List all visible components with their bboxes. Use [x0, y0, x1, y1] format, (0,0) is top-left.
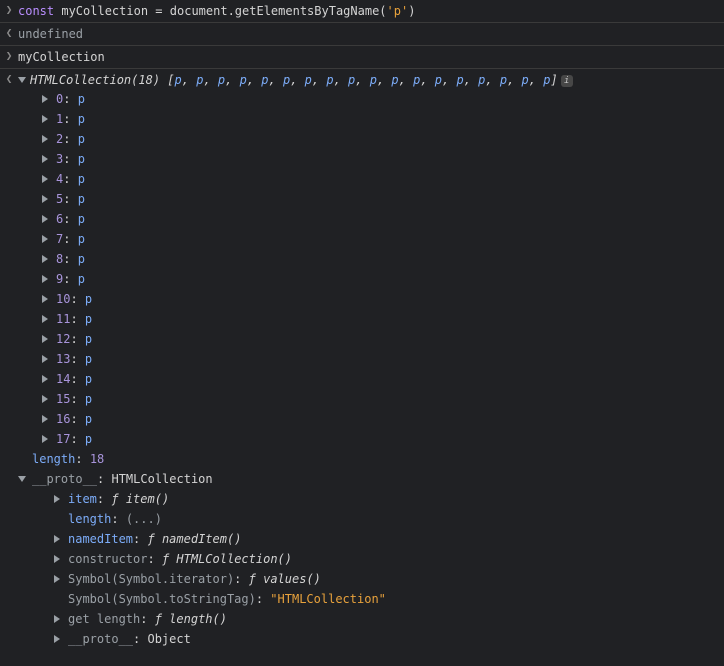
console-input-code[interactable]: myCollection — [16, 48, 720, 66]
prompt-output-icon: ❮ — [2, 25, 16, 43]
disclosure-triangle-right-icon[interactable] — [42, 255, 48, 263]
console-input-row: ❯ myCollection — [0, 46, 724, 69]
disclosure-triangle-right-icon[interactable] — [54, 495, 60, 503]
disclosure-triangle-right-icon[interactable] — [42, 135, 48, 143]
index-entry[interactable]: 9: p — [42, 269, 720, 289]
disclosure-triangle-right-icon[interactable] — [42, 155, 48, 163]
prompt-output-icon: ❮ — [2, 71, 16, 89]
proto-get-length[interactable]: get length: ƒ length() — [54, 609, 720, 629]
disclosure-triangle-right-icon[interactable] — [42, 115, 48, 123]
proto-proto[interactable]: __proto__: Object — [54, 629, 720, 649]
index-entry[interactable]: 0: p — [42, 89, 720, 109]
proto-item[interactable]: item: ƒ item() — [54, 489, 720, 509]
index-entry[interactable]: 15: p — [42, 389, 720, 409]
console-result-row: ❮ HTMLCollection(18) [p, p, p, p, p, p, … — [0, 69, 724, 651]
index-entry[interactable]: 5: p — [42, 189, 720, 209]
console-input-code[interactable]: const myCollection = document.getElement… — [16, 2, 720, 20]
index-entry[interactable]: 11: p — [42, 309, 720, 329]
proto-symbol-toStringTag[interactable]: Symbol(Symbol.toStringTag): "HTMLCollect… — [54, 589, 720, 609]
array-preview-item[interactable]: p — [261, 73, 268, 87]
index-entry[interactable]: 6: p — [42, 209, 720, 229]
disclosure-triangle-right-icon[interactable] — [54, 535, 60, 543]
array-preview-item[interactable]: p — [175, 73, 182, 87]
index-entry[interactable]: 13: p — [42, 349, 720, 369]
info-badge-icon[interactable]: i — [561, 75, 573, 87]
array-preview-item[interactable]: p — [456, 73, 463, 87]
disclosure-triangle-right-icon[interactable] — [42, 295, 48, 303]
disclosure-triangle-right-icon[interactable] — [54, 615, 60, 623]
disclosure-triangle-right-icon[interactable] — [42, 235, 48, 243]
array-preview-item[interactable]: p — [435, 73, 442, 87]
index-entry[interactable]: 1: p — [42, 109, 720, 129]
index-entry[interactable]: 3: p — [42, 149, 720, 169]
disclosure-triangle-right-icon[interactable] — [54, 575, 60, 583]
disclosure-triangle-right-icon[interactable] — [42, 175, 48, 183]
console-output-row: ❮ undefined — [0, 23, 724, 46]
disclosure-triangle-right-icon[interactable] — [42, 275, 48, 283]
object-entries: 0: p1: p2: p3: p4: p5: p6: p7: p8: p9: p… — [18, 89, 720, 449]
index-entry[interactable]: 10: p — [42, 289, 720, 309]
array-preview-item[interactable]: p — [391, 73, 398, 87]
prompt-input-icon: ❯ — [2, 2, 16, 20]
disclosure-triangle-right-icon[interactable] — [42, 415, 48, 423]
disclosure-triangle-right-icon[interactable] — [42, 335, 48, 343]
index-entry[interactable]: 12: p — [42, 329, 720, 349]
keyword-const: const — [18, 4, 54, 18]
disclosure-triangle-right-icon[interactable] — [42, 315, 48, 323]
disclosure-triangle-right-icon[interactable] — [42, 375, 48, 383]
undefined-value: undefined — [16, 25, 720, 43]
array-preview-item[interactable]: p — [240, 73, 247, 87]
index-entry[interactable]: 4: p — [42, 169, 720, 189]
index-entry[interactable]: 17: p — [42, 429, 720, 449]
proto-symbol-iterator[interactable]: Symbol(Symbol.iterator): ƒ values() — [54, 569, 720, 589]
console-input-row: ❯ const myCollection = document.getEleme… — [0, 0, 724, 23]
index-entry[interactable]: 8: p — [42, 249, 720, 269]
array-preview-item[interactable]: p — [370, 73, 377, 87]
proto-length[interactable]: length: (...) — [54, 509, 720, 529]
index-entry[interactable]: 2: p — [42, 129, 720, 149]
array-preview-item[interactable]: p — [500, 73, 507, 87]
object-summary[interactable]: HTMLCollection(18) [p, p, p, p, p, p, p,… — [18, 71, 720, 89]
disclosure-triangle-right-icon[interactable] — [42, 95, 48, 103]
proto-entry[interactable]: __proto__: HTMLCollection — [18, 469, 720, 489]
disclosure-triangle-down-icon[interactable] — [18, 476, 26, 482]
proto-body: item: ƒ item() length: (...) namedItem: … — [18, 489, 720, 649]
array-preview-item[interactable]: p — [326, 73, 333, 87]
length-entry[interactable]: length: 18 — [18, 449, 720, 469]
disclosure-triangle-right-icon[interactable] — [42, 435, 48, 443]
index-entry[interactable]: 14: p — [42, 369, 720, 389]
disclosure-triangle-right-icon[interactable] — [42, 195, 48, 203]
array-preview-item[interactable]: p — [305, 73, 312, 87]
index-entry[interactable]: 16: p — [42, 409, 720, 429]
disclosure-triangle-right-icon[interactable] — [42, 215, 48, 223]
identifier-myCollection: myCollection — [61, 4, 148, 18]
disclosure-triangle-right-icon[interactable] — [42, 355, 48, 363]
disclosure-triangle-right-icon[interactable] — [42, 395, 48, 403]
array-preview-item[interactable]: p — [522, 73, 529, 87]
disclosure-triangle-right-icon[interactable] — [54, 635, 60, 643]
disclosure-triangle-down-icon[interactable] — [18, 77, 26, 83]
prompt-input-icon: ❯ — [2, 48, 16, 66]
index-entry[interactable]: 7: p — [42, 229, 720, 249]
disclosure-triangle-right-icon[interactable] — [54, 555, 60, 563]
proto-constructor[interactable]: constructor: ƒ HTMLCollection() — [54, 549, 720, 569]
proto-namedItem[interactable]: namedItem: ƒ namedItem() — [54, 529, 720, 549]
